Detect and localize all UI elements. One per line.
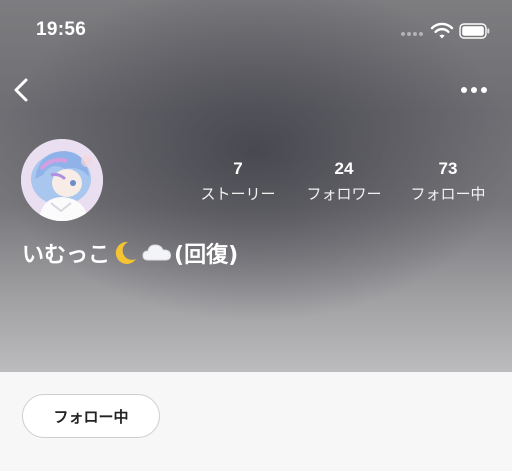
- cellular-signal-icon: [401, 32, 425, 37]
- stat-following-value: 73: [438, 159, 458, 178]
- following-button[interactable]: フォロー中: [22, 394, 160, 438]
- status-time: 19:56: [36, 19, 87, 40]
- stat-followers[interactable]: 24 フォロワー: [300, 159, 388, 204]
- crescent-moon-icon: [115, 241, 137, 264]
- stat-followers-label: フォロワー: [306, 185, 382, 203]
- stat-stories-label: ストーリー: [200, 185, 276, 203]
- avatar-image: [21, 139, 103, 221]
- stat-stories[interactable]: 7 ストーリー: [196, 159, 280, 204]
- cloud-icon: [142, 244, 172, 261]
- profile-name-suffix: (回復): [174, 243, 239, 268]
- stat-followers-value: 24: [334, 159, 354, 178]
- stat-stories-value: 7: [233, 159, 243, 178]
- profile-name-text: いむっこ: [22, 243, 111, 268]
- profile-header: 19:56 7 ストーリー 24 フォロワー 73 フォロー中 いむっこ (回復…: [0, 0, 512, 372]
- back-button[interactable]: [8, 72, 36, 108]
- more-options-button[interactable]: [456, 78, 492, 102]
- stat-following[interactable]: 73 フォロー中: [405, 159, 491, 204]
- stat-following-label: フォロー中: [410, 185, 486, 203]
- wifi-icon: [430, 22, 454, 39]
- battery-icon: [459, 23, 490, 39]
- avatar[interactable]: [21, 139, 103, 221]
- profile-name: いむっこ (回復): [22, 237, 238, 269]
